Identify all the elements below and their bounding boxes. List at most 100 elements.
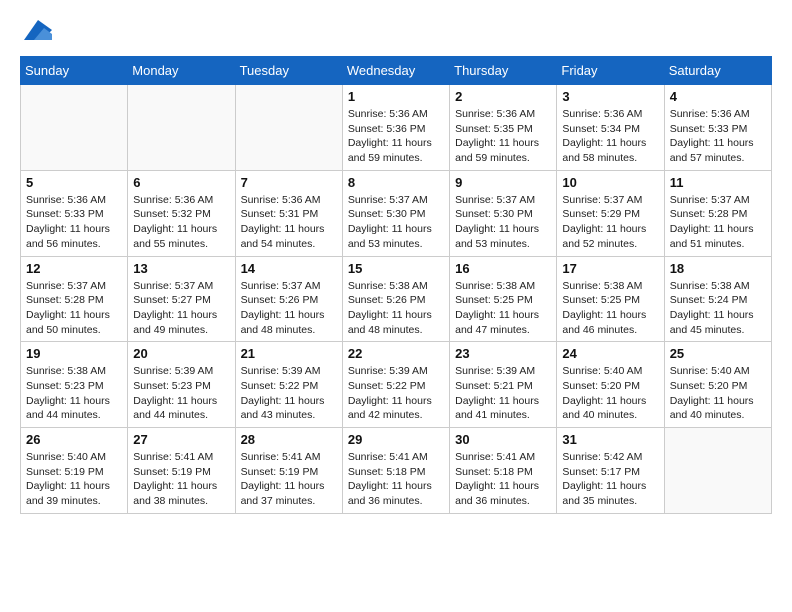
day-number: 26 [26,432,122,447]
day-number: 25 [670,346,766,361]
day-number: 16 [455,261,551,276]
week-row-3: 12 Sunrise: 5:37 AM Sunset: 5:28 PM Dayli… [21,256,772,342]
day-cell-9: 9 Sunrise: 5:37 AM Sunset: 5:30 PM Daylig… [450,170,557,256]
weekday-header-monday: Monday [128,57,235,85]
day-info: Sunrise: 5:36 AM Sunset: 5:34 PM Dayligh… [562,107,658,166]
calendar-table: SundayMondayTuesdayWednesdayThursdayFrid… [20,56,772,514]
day-number: 17 [562,261,658,276]
day-info: Sunrise: 5:36 AM Sunset: 5:35 PM Dayligh… [455,107,551,166]
day-cell-30: 30 Sunrise: 5:41 AM Sunset: 5:18 PM Dayli… [450,428,557,514]
day-info: Sunrise: 5:36 AM Sunset: 5:32 PM Dayligh… [133,193,229,252]
day-info: Sunrise: 5:41 AM Sunset: 5:18 PM Dayligh… [348,450,444,509]
day-cell-16: 16Sunrise: 5:38 AM Sunset: 5:25 PM Dayli… [450,256,557,342]
day-cell-4: 4 Sunrise: 5:36 AM Sunset: 5:33 PM Daylig… [664,85,771,171]
day-info: Sunrise: 5:37 AM Sunset: 5:28 PM Dayligh… [26,279,122,338]
day-cell-20: 20 Sunrise: 5:39 AM Sunset: 5:23 PM Dayli… [128,342,235,428]
day-info: Sunrise: 5:37 AM Sunset: 5:28 PM Dayligh… [670,193,766,252]
day-number: 30 [455,432,551,447]
day-number: 7 [241,175,337,190]
day-cell-15: 15 Sunrise: 5:38 AM Sunset: 5:26 PM Dayli… [342,256,449,342]
empty-cell [21,85,128,171]
day-cell-1: 1 Sunrise: 5:36 AM Sunset: 5:36 PM Daylig… [342,85,449,171]
day-number: 6 [133,175,229,190]
day-info: Sunrise: 5:36 AM Sunset: 5:33 PM Dayligh… [26,193,122,252]
day-cell-14: 14 Sunrise: 5:37 AM Sunset: 5:26 PM Dayli… [235,256,342,342]
day-number: 22 [348,346,444,361]
day-cell-2: 2 Sunrise: 5:36 AM Sunset: 5:35 PM Daylig… [450,85,557,171]
page-header [20,20,772,40]
logo-icon [24,20,52,40]
day-cell-24: 24 Sunrise: 5:40 AM Sunset: 5:20 PM Dayli… [557,342,664,428]
weekday-header-saturday: Saturday [664,57,771,85]
weekday-header-friday: Friday [557,57,664,85]
day-info: Sunrise: 5:39 AM Sunset: 5:23 PM Dayligh… [133,364,229,423]
day-cell-25: 25Sunrise: 5:40 AM Sunset: 5:20 PM Dayli… [664,342,771,428]
day-info: Sunrise: 5:39 AM Sunset: 5:22 PM Dayligh… [348,364,444,423]
day-info: Sunrise: 5:39 AM Sunset: 5:21 PM Dayligh… [455,364,551,423]
day-number: 23 [455,346,551,361]
day-info: Sunrise: 5:37 AM Sunset: 5:30 PM Dayligh… [348,193,444,252]
day-number: 28 [241,432,337,447]
empty-cell [235,85,342,171]
day-info: Sunrise: 5:40 AM Sunset: 5:19 PM Dayligh… [26,450,122,509]
day-cell-12: 12 Sunrise: 5:37 AM Sunset: 5:28 PM Dayli… [21,256,128,342]
day-number: 5 [26,175,122,190]
day-info: Sunrise: 5:37 AM Sunset: 5:29 PM Dayligh… [562,193,658,252]
day-info: Sunrise: 5:41 AM Sunset: 5:19 PM Dayligh… [241,450,337,509]
day-info: Sunrise: 5:41 AM Sunset: 5:19 PM Dayligh… [133,450,229,509]
day-cell-28: 28 Sunrise: 5:41 AM Sunset: 5:19 PM Dayli… [235,428,342,514]
day-number: 13 [133,261,229,276]
weekday-header-wednesday: Wednesday [342,57,449,85]
day-info: Sunrise: 5:41 AM Sunset: 5:18 PM Dayligh… [455,450,551,509]
day-cell-21: 21Sunrise: 5:39 AM Sunset: 5:22 PM Dayli… [235,342,342,428]
day-number: 24 [562,346,658,361]
day-info: Sunrise: 5:37 AM Sunset: 5:30 PM Dayligh… [455,193,551,252]
day-info: Sunrise: 5:37 AM Sunset: 5:27 PM Dayligh… [133,279,229,338]
day-number: 14 [241,261,337,276]
weekday-header-tuesday: Tuesday [235,57,342,85]
day-info: Sunrise: 5:37 AM Sunset: 5:26 PM Dayligh… [241,279,337,338]
day-number: 8 [348,175,444,190]
day-number: 4 [670,89,766,104]
day-cell-19: 19 Sunrise: 5:38 AM Sunset: 5:23 PM Dayli… [21,342,128,428]
day-info: Sunrise: 5:36 AM Sunset: 5:33 PM Dayligh… [670,107,766,166]
day-cell-17: 17 Sunrise: 5:38 AM Sunset: 5:25 PM Dayli… [557,256,664,342]
day-info: Sunrise: 5:36 AM Sunset: 5:36 PM Dayligh… [348,107,444,166]
empty-cell [664,428,771,514]
day-info: Sunrise: 5:38 AM Sunset: 5:26 PM Dayligh… [348,279,444,338]
weekday-header-thursday: Thursday [450,57,557,85]
day-info: Sunrise: 5:40 AM Sunset: 5:20 PM Dayligh… [562,364,658,423]
day-cell-8: 8 Sunrise: 5:37 AM Sunset: 5:30 PM Daylig… [342,170,449,256]
day-info: Sunrise: 5:38 AM Sunset: 5:25 PM Dayligh… [562,279,658,338]
day-cell-6: 6 Sunrise: 5:36 AM Sunset: 5:32 PM Daylig… [128,170,235,256]
weekday-header-sunday: Sunday [21,57,128,85]
day-cell-27: 27 Sunrise: 5:41 AM Sunset: 5:19 PM Dayli… [128,428,235,514]
week-row-1: 1 Sunrise: 5:36 AM Sunset: 5:36 PM Daylig… [21,85,772,171]
weekday-header-row: SundayMondayTuesdayWednesdayThursdayFrid… [21,57,772,85]
day-cell-31: 31Sunrise: 5:42 AM Sunset: 5:17 PM Dayli… [557,428,664,514]
day-number: 15 [348,261,444,276]
day-number: 9 [455,175,551,190]
day-cell-10: 10 Sunrise: 5:37 AM Sunset: 5:29 PM Dayli… [557,170,664,256]
day-info: Sunrise: 5:38 AM Sunset: 5:23 PM Dayligh… [26,364,122,423]
day-cell-29: 29Sunrise: 5:41 AM Sunset: 5:18 PM Dayli… [342,428,449,514]
day-info: Sunrise: 5:36 AM Sunset: 5:31 PM Dayligh… [241,193,337,252]
day-number: 18 [670,261,766,276]
day-cell-7: 7 Sunrise: 5:36 AM Sunset: 5:31 PM Daylig… [235,170,342,256]
day-number: 2 [455,89,551,104]
day-number: 27 [133,432,229,447]
day-cell-22: 22 Sunrise: 5:39 AM Sunset: 5:22 PM Dayli… [342,342,449,428]
day-number: 10 [562,175,658,190]
logo [20,20,52,40]
day-number: 1 [348,89,444,104]
week-row-5: 26 Sunrise: 5:40 AM Sunset: 5:19 PM Dayli… [21,428,772,514]
day-cell-5: 5 Sunrise: 5:36 AM Sunset: 5:33 PM Daylig… [21,170,128,256]
day-info: Sunrise: 5:39 AM Sunset: 5:22 PM Dayligh… [241,364,337,423]
day-number: 12 [26,261,122,276]
day-number: 20 [133,346,229,361]
day-cell-11: 11Sunrise: 5:37 AM Sunset: 5:28 PM Dayli… [664,170,771,256]
day-number: 19 [26,346,122,361]
day-info: Sunrise: 5:38 AM Sunset: 5:24 PM Dayligh… [670,279,766,338]
day-number: 3 [562,89,658,104]
day-cell-18: 18 Sunrise: 5:38 AM Sunset: 5:24 PM Dayli… [664,256,771,342]
